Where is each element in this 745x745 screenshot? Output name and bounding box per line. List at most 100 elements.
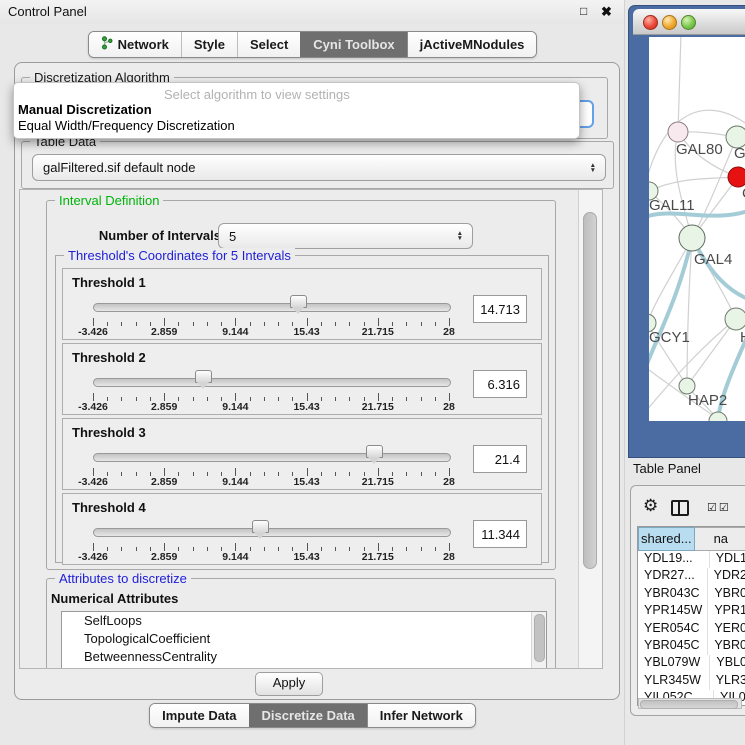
- float-window-icon[interactable]: □: [580, 4, 587, 18]
- list-item[interactable]: BetweennessCentrality: [62, 648, 546, 666]
- node-label-gal11: GAL11: [649, 197, 695, 214]
- node-gal80[interactable]: [668, 122, 688, 142]
- slider-ticks: [93, 467, 449, 476]
- table-row[interactable]: YBR045C YBR0: [638, 638, 745, 655]
- threshold-row: Threshold 2 -3.426 2.859: [62, 343, 542, 415]
- threshold-value-field[interactable]: [473, 520, 527, 548]
- num-intervals-label: Number of Intervals: [77, 228, 221, 243]
- popup-option-equal-width-frequency[interactable]: Equal Width/Frequency Discretization: [18, 118, 235, 133]
- gear-icon[interactable]: ⚙: [643, 496, 658, 516]
- panel-divider: [624, 0, 625, 745]
- attributes-group: Attributes to discretize Numerical Attri…: [46, 578, 556, 669]
- tab-select[interactable]: Select: [237, 32, 300, 57]
- column-header-name[interactable]: na: [695, 527, 745, 551]
- node-bottom-partial[interactable]: [709, 412, 727, 421]
- threshold-slider-handle[interactable]: [195, 370, 212, 383]
- table-row[interactable]: YBL079W YBL0: [638, 655, 745, 672]
- slider-track[interactable]: [93, 453, 451, 462]
- popup-option-manual-discretization[interactable]: Manual Discretization: [18, 102, 152, 117]
- stepper-arrows-icon: ▲▼: [457, 231, 472, 241]
- minimize-traffic-light-icon[interactable]: [662, 15, 677, 30]
- slider-track[interactable]: [93, 378, 451, 387]
- list-scrollbar[interactable]: [531, 612, 546, 669]
- table-data-combobox[interactable]: galFiltered.sif default node ▲▼: [32, 154, 606, 181]
- tab-jactivemnodules[interactable]: jActiveMNodules: [407, 32, 537, 57]
- threshold-label: Threshold 4: [72, 500, 146, 515]
- threshold-slider-handle[interactable]: [366, 445, 383, 458]
- threshold-slider[interactable]: [93, 295, 449, 317]
- screen: Control Panel □ ✖ Network: [0, 0, 745, 745]
- tab-cyni-toolbox[interactable]: Cyni Toolbox: [300, 32, 406, 57]
- table-header-row: shared... na: [638, 527, 745, 551]
- threshold-value-field[interactable]: [473, 445, 527, 473]
- tab-discretize-data[interactable]: Discretize Data: [249, 704, 367, 727]
- control-panel-titlebar: Control Panel □ ✖: [0, 0, 625, 24]
- node-gal4[interactable]: [679, 225, 705, 251]
- node-table: shared... na YDL19... YDL1 YDR27... YDR2…: [637, 526, 745, 706]
- table-row[interactable]: YLR345W YLR3: [638, 673, 745, 690]
- numerical-attributes-label: Numerical Attributes: [51, 591, 178, 606]
- slider-track[interactable]: [93, 528, 451, 537]
- columns-icon[interactable]: [671, 500, 689, 516]
- node-right-mid[interactable]: [725, 308, 745, 330]
- threshold-rows: Threshold 1 -3.426 2.859: [62, 268, 542, 568]
- table-horizontal-scrollbar[interactable]: [638, 698, 742, 709]
- tab-style[interactable]: Style: [181, 32, 237, 57]
- table-data-selected-value: galFiltered.sif default node: [33, 160, 590, 175]
- slider-ticks: [93, 392, 449, 401]
- tab-infer-network[interactable]: Infer Network: [367, 704, 475, 727]
- network-canvas[interactable]: GAL80 GA C GAL11 GAL4 GCY1 H HAP2: [649, 37, 745, 421]
- tab-impute-data[interactable]: Impute Data: [150, 704, 248, 727]
- tab-network[interactable]: Network: [89, 32, 181, 57]
- table-panel-title: Table Panel: [633, 461, 701, 476]
- numerical-attributes-list[interactable]: SelfLoops TopologicalCoefficient Between…: [61, 611, 547, 669]
- settings-scrollbar[interactable]: [578, 190, 602, 668]
- network-icon: [101, 36, 113, 53]
- list-item[interactable]: TopologicalCoefficient: [62, 630, 546, 648]
- node-label-right-top-partial: GA: [734, 145, 745, 162]
- num-intervals-value: 5: [219, 229, 457, 244]
- table-row[interactable]: YPR145W YPR1: [638, 603, 745, 620]
- top-tabbar: Network Style Select Cyni Toolbox jActiv…: [0, 31, 625, 58]
- apply-button[interactable]: Apply: [255, 672, 323, 696]
- threshold-slider-handle[interactable]: [290, 295, 307, 308]
- stepper-arrows-icon: ▲▼: [590, 163, 605, 173]
- table-row[interactable]: YDL19... YDL1: [638, 551, 745, 568]
- node-red-selected[interactable]: [728, 167, 745, 187]
- threshold-label: Threshold 3: [72, 425, 146, 440]
- table-row[interactable]: YDR27... YDR2: [638, 568, 745, 585]
- attributes-group-title: Attributes to discretize: [55, 571, 191, 586]
- list-item[interactable]: SelfLoops: [62, 612, 546, 630]
- node-label-hap2: HAP2: [688, 392, 727, 409]
- slider-scale-labels: -3.426 2.859 9.144 15.43 21.715 28: [93, 476, 449, 488]
- column-header-shared-name[interactable]: shared...: [638, 527, 695, 551]
- threshold-slider-handle[interactable]: [252, 520, 269, 533]
- num-intervals-combobox[interactable]: 5 ▲▼: [218, 223, 473, 249]
- threshold-slider[interactable]: [93, 520, 449, 542]
- threshold-label: Threshold 2: [72, 350, 146, 365]
- table-data-group: Table Data galFiltered.sif default node …: [21, 141, 614, 189]
- close-icon[interactable]: ✖: [601, 4, 612, 20]
- table-row[interactable]: YER054C YER0: [638, 621, 745, 638]
- slider-scale-labels: -3.426 2.859 9.144 15.43 21.715 28: [93, 401, 449, 413]
- slider-track[interactable]: [93, 303, 451, 312]
- threshold-row: Threshold 1 -3.426 2.859: [62, 268, 542, 340]
- select-columns-icons[interactable]: ☑☑: [707, 501, 731, 514]
- table-panel: ⚙ ☑☑ shared... na YDL19... YDL1 YDR27...…: [630, 485, 745, 716]
- zoom-traffic-light-icon[interactable]: [681, 15, 696, 30]
- cyni-toolbox-panel: Discretization Algorithm Table Data galF…: [14, 62, 620, 700]
- threshold-label: Threshold 1: [72, 275, 146, 290]
- settings-scrollpane: Interval Definition Number of Intervals …: [19, 189, 603, 669]
- thresholds-group-title: Threshold's Coordinates for 5 Intervals: [64, 248, 295, 263]
- threshold-row: Threshold 3 -3.426 2.859: [62, 418, 542, 490]
- close-traffic-light-icon[interactable]: [643, 15, 658, 30]
- node-label-gcy1: GCY1: [649, 329, 690, 346]
- algorithm-dropdown-popup: Select algorithm to view settings Manual…: [13, 82, 580, 139]
- threshold-row: Threshold 4 -3.426 2.859: [62, 493, 542, 565]
- table-row[interactable]: YBR043C YBR0: [638, 586, 745, 603]
- threshold-value-field[interactable]: [473, 370, 527, 398]
- threshold-slider[interactable]: [93, 445, 449, 467]
- threshold-value-field[interactable]: [473, 295, 527, 323]
- threshold-slider[interactable]: [93, 370, 449, 392]
- network-window-titlebar[interactable]: [633, 9, 745, 35]
